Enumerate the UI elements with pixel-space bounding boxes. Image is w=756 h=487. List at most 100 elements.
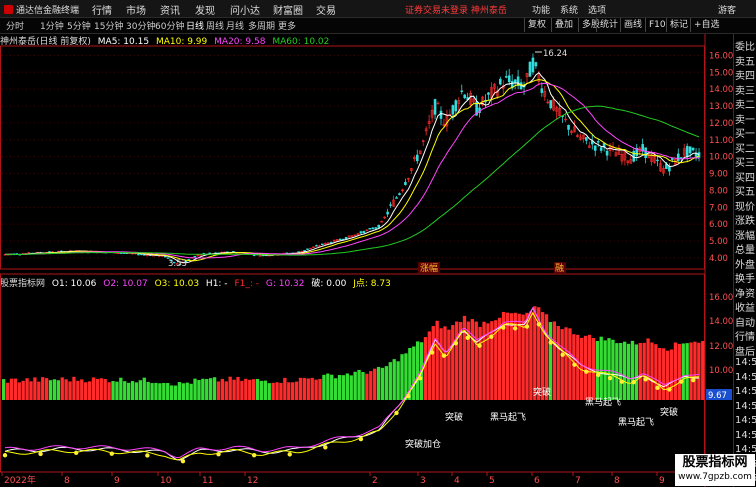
indicator-bar xyxy=(87,381,92,400)
signal-dot xyxy=(536,322,542,327)
quote-panel-item[interactable]: 卖五 xyxy=(735,53,756,68)
quote-panel-item[interactable]: 现价 xyxy=(735,198,756,213)
signal-dot xyxy=(690,377,696,383)
indicator-bar xyxy=(427,331,432,400)
indicator-bar xyxy=(169,385,174,400)
sub-indicator-bars xyxy=(2,306,705,400)
indicator-bar xyxy=(107,382,111,400)
indicator-bar xyxy=(638,342,642,400)
quote-panel-item[interactable]: 买五 xyxy=(735,183,756,198)
quote-panel-item[interactable]: 收益 xyxy=(735,299,756,314)
quote-panel-item[interactable]: 买三 xyxy=(735,154,756,169)
watermark-url: www.7gpzb.com xyxy=(678,472,752,482)
quote-panel-item[interactable]: 涨跌 xyxy=(735,212,756,227)
quote-panel-item[interactable]: 盘后 xyxy=(735,343,756,358)
candle-body xyxy=(439,110,443,119)
quote-panel-item[interactable]: 总量 xyxy=(735,241,756,256)
indicator-bar xyxy=(279,382,283,400)
indicator-bar xyxy=(693,341,697,400)
quote-panel-item[interactable]: 卖三 xyxy=(735,82,756,97)
quote-panel-item[interactable]: 自动 xyxy=(735,314,756,329)
signal-dot xyxy=(73,450,79,455)
signal-dot xyxy=(667,387,672,392)
indicator-bar xyxy=(95,378,100,400)
sub-tick-label: 14.00 xyxy=(709,317,733,327)
indicator-bar xyxy=(322,374,326,400)
signal-dot xyxy=(358,436,364,442)
indicator-bar xyxy=(607,338,611,400)
quote-panel-item[interactable]: 换手 xyxy=(735,270,756,285)
indicator-bar xyxy=(443,326,447,400)
quote-panel-item[interactable]: 行情 xyxy=(735,328,756,343)
quote-panel-item[interactable]: 14:5 xyxy=(735,401,756,412)
indicator-bar xyxy=(123,381,127,400)
quote-panel-item[interactable]: 14:5 xyxy=(735,372,756,383)
indicator-bar xyxy=(685,343,689,400)
indicator-bar xyxy=(275,382,279,400)
candle-body xyxy=(371,227,375,230)
candle-body xyxy=(534,62,538,67)
chart-canvas[interactable]: 16.00 15.00 14.00 13.00 12.00 11.00 10.00 9.00 8… xyxy=(0,0,733,487)
quote-panel-item[interactable]: 14:5 xyxy=(735,430,756,441)
price-tick-label: 14.00 xyxy=(709,85,733,95)
quote-panel-item[interactable]: 14:5 xyxy=(735,415,756,426)
indicator-bar xyxy=(388,362,392,400)
quote-panel-item[interactable]: 外盘 xyxy=(735,256,756,271)
quote-panel-item[interactable]: 买一 xyxy=(735,125,756,140)
candle-body xyxy=(398,193,401,195)
indicator-bar xyxy=(513,312,517,400)
quote-panel-item[interactable]: 买二 xyxy=(735,140,756,155)
signal-dot xyxy=(572,362,577,367)
indicator-bar xyxy=(451,325,455,400)
indicator-bar xyxy=(361,372,365,400)
signal-dot xyxy=(560,352,565,357)
indicator-bar xyxy=(205,379,209,400)
indicator-bar xyxy=(189,383,193,400)
quote-panel-item[interactable]: 委比 xyxy=(735,38,756,53)
indicator-bar xyxy=(369,371,373,400)
indicator-bar xyxy=(68,381,72,400)
candle-body xyxy=(463,94,467,99)
signal-dot xyxy=(180,458,186,464)
date-tick-label: 11 xyxy=(202,476,213,486)
quote-panel-item[interactable]: 卖四 xyxy=(735,67,756,82)
indicator-bar xyxy=(13,378,18,400)
quote-panel-item[interactable]: 卖二 xyxy=(735,96,756,111)
candle-body xyxy=(596,141,600,143)
signal-dot xyxy=(655,385,660,391)
signal-dot xyxy=(38,451,43,457)
indicator-bar xyxy=(353,371,357,400)
candle-body xyxy=(143,254,146,256)
signal-label: 突破 xyxy=(533,386,551,398)
indicator-bar xyxy=(84,382,88,400)
indicator-bar xyxy=(318,378,322,400)
indicator-bar xyxy=(415,341,420,400)
candle-body xyxy=(605,150,609,156)
indicator-bar xyxy=(384,366,389,400)
indicator-bar xyxy=(509,313,514,400)
signal-dot xyxy=(145,453,150,458)
candle-body xyxy=(374,227,378,229)
quote-panel-item[interactable]: 卖一 xyxy=(735,111,756,126)
quote-panel-item[interactable]: 14:5 xyxy=(735,357,756,368)
indicator-bar xyxy=(17,382,21,400)
date-tick-label: 5 xyxy=(489,476,495,486)
signal-dot xyxy=(216,452,221,457)
high-price-label: 16.24 xyxy=(543,49,567,59)
signal-dot xyxy=(251,452,257,458)
quote-panel-item[interactable]: 净资 xyxy=(735,285,756,300)
candle-body xyxy=(252,254,256,257)
indicator-bar xyxy=(474,321,478,400)
indicator-bar xyxy=(556,325,560,400)
indicator-bar xyxy=(701,340,705,400)
indicator-bar xyxy=(560,329,564,400)
indicator-bar xyxy=(634,344,639,400)
indicator-bar xyxy=(263,380,267,400)
indicator-bar xyxy=(259,380,264,400)
quote-panel-item[interactable]: 14:5 xyxy=(735,386,756,397)
quote-panel-item[interactable]: 买四 xyxy=(735,169,756,184)
indicator-bar xyxy=(21,380,25,400)
quote-panel-item[interactable]: 涨幅 xyxy=(735,227,756,242)
date-tick-label: 8 xyxy=(64,476,70,486)
signal-dot xyxy=(619,379,625,384)
